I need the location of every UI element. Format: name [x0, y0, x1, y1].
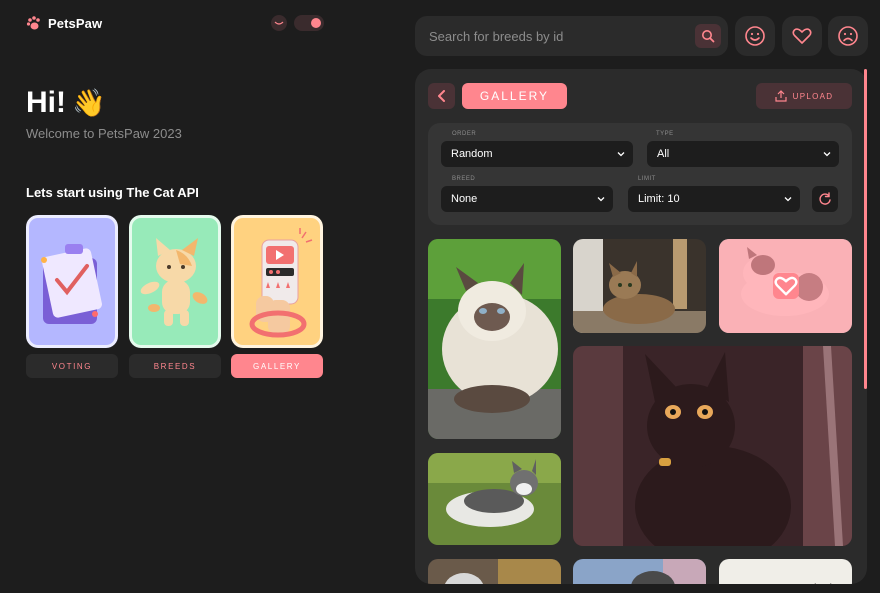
type-label: TYPE	[656, 131, 674, 137]
cat-image-4[interactable]	[428, 453, 561, 545]
search-bar[interactable]: Search for breeds by id	[415, 16, 728, 56]
gallery-panel: GALLERY UPLOAD ORDER Random TYPE All BRE…	[415, 69, 867, 584]
chevron-down-icon	[784, 197, 792, 202]
smile-icon	[745, 26, 765, 46]
search-input[interactable]: Search for breeds by id	[429, 29, 563, 44]
page-title: GALLERY	[462, 83, 567, 109]
type-select[interactable]: All	[647, 141, 839, 167]
wave-emoji: 👋	[72, 88, 106, 118]
breed-label: BREED	[452, 176, 476, 182]
chevron-left-icon[interactable]	[428, 83, 455, 109]
theme-switcher	[271, 15, 324, 31]
order-select[interactable]: Random	[441, 141, 633, 167]
welcome-text: Welcome to PetsPaw 2023	[26, 126, 182, 141]
limit-value: Limit: 10	[638, 193, 680, 205]
greeting: Hi! 👋	[26, 86, 106, 120]
upload-button[interactable]: UPLOAD	[756, 83, 852, 109]
type-value: All	[657, 148, 670, 160]
cat-illustration	[140, 238, 208, 326]
brand-name: PetsPaw	[48, 15, 103, 31]
cat-image-6[interactable]	[428, 559, 561, 584]
cat-image-7[interactable]	[573, 559, 706, 584]
breeds-button[interactable]: BREEDS	[129, 354, 221, 378]
favourites-button[interactable]	[782, 16, 822, 56]
scrollbar[interactable]	[864, 69, 867, 389]
order-value: Random	[451, 148, 493, 160]
breed-select[interactable]: None	[441, 186, 613, 212]
phone-hand-illustration	[249, 228, 313, 338]
logo[interactable]: PetsPaw	[26, 15, 102, 31]
breeds-card[interactable]	[129, 215, 221, 348]
voting-card[interactable]	[26, 215, 118, 348]
cta-heading: Lets start using The Cat API	[26, 185, 199, 200]
cat-image-2[interactable]	[573, 239, 706, 333]
limit-select[interactable]: Limit: 10	[628, 186, 800, 212]
greeting-title: Hi!	[26, 86, 66, 119]
clipboard-illustration	[41, 244, 102, 324]
voting-button[interactable]: VOTING	[26, 354, 118, 378]
limit-label: LIMIT	[638, 176, 656, 182]
cat-image-3[interactable]	[719, 239, 852, 333]
eye-icon[interactable]	[271, 15, 287, 31]
refresh-icon[interactable]	[812, 186, 838, 212]
upload-icon	[775, 90, 787, 102]
gallery-card[interactable]	[231, 215, 323, 348]
chevron-down-icon	[597, 197, 605, 202]
dislikes-button[interactable]	[828, 16, 868, 56]
upload-label: UPLOAD	[792, 91, 834, 101]
toggle-knob	[311, 18, 321, 28]
heart-icon	[792, 28, 812, 44]
theme-toggle[interactable]	[294, 15, 324, 31]
cat-image-8[interactable]	[719, 559, 852, 584]
chevron-down-icon	[617, 152, 625, 157]
order-label: ORDER	[452, 131, 477, 137]
breed-value: None	[451, 193, 478, 205]
heart-icon[interactable]	[772, 273, 799, 299]
gallery-button[interactable]: GALLERY	[231, 354, 323, 378]
likes-button[interactable]	[735, 16, 775, 56]
filters-box: ORDER Random TYPE All BREED None LIMIT L…	[428, 123, 852, 225]
paw-icon	[26, 16, 40, 30]
chevron-down-icon	[823, 152, 831, 157]
cat-image-5[interactable]	[573, 346, 852, 546]
search-icon[interactable]	[695, 24, 721, 48]
sad-icon	[838, 26, 858, 46]
cat-image-1[interactable]	[428, 239, 561, 439]
